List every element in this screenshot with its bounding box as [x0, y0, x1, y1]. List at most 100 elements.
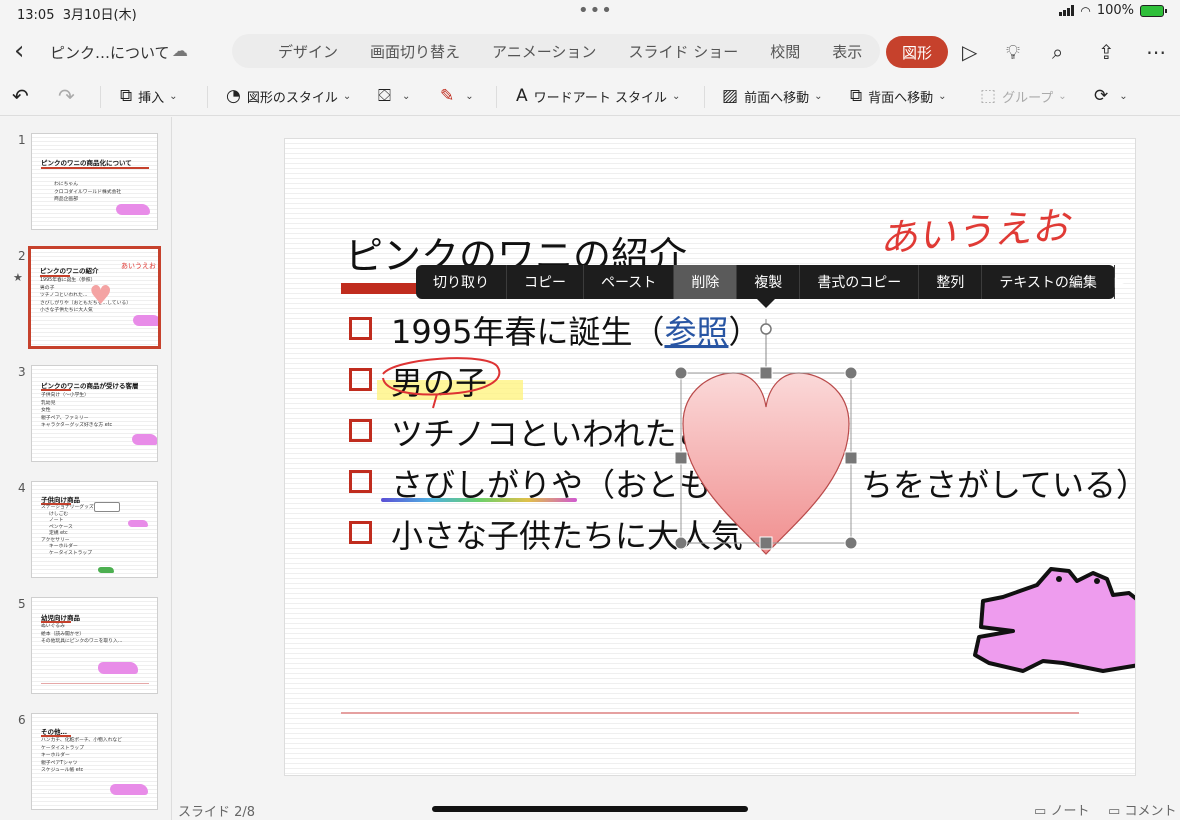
menu-copy[interactable]: コピー	[507, 265, 584, 299]
bullet-square-icon	[349, 521, 372, 544]
lightbulb-icon[interactable]: 💡︎	[1006, 40, 1020, 64]
thumbnail-line: 商品企画部	[54, 197, 78, 202]
redo-icon[interactable]: ↷	[58, 84, 75, 108]
notes-icon: ▭	[1034, 804, 1047, 819]
rotate-button[interactable]: ⟳ ⌄	[1094, 84, 1128, 108]
play-icon[interactable]: ▷	[962, 40, 977, 64]
group-icon: ⬚	[980, 86, 997, 106]
menu-duplicate[interactable]: 複製	[737, 265, 801, 299]
resize-handle[interactable]	[759, 536, 773, 550]
thumbnail-line: 女性	[41, 408, 51, 413]
bring-forward-button[interactable]: ▨ 前面へ移動 ⌄	[722, 84, 822, 108]
crocodile-illustration	[128, 520, 148, 527]
slide-thumbnail-panel: 1 ピンクのワニの商品化について わにちゃん クロコダイルワールド株式会社 商品…	[0, 117, 172, 820]
menu-delete[interactable]: 削除	[674, 265, 738, 299]
back-chevron-icon[interactable]: ‹	[14, 38, 24, 64]
thumbnail-line: クロコダイルワールド株式会社	[54, 189, 122, 195]
resize-handle[interactable]	[759, 366, 773, 380]
tab-transitions[interactable]: 画面切り替え	[354, 41, 476, 62]
menu-paste[interactable]: ペースト	[584, 265, 675, 299]
resize-handle[interactable]	[844, 451, 858, 465]
resize-handle[interactable]	[674, 366, 688, 380]
tab-design[interactable]: デザイン	[262, 41, 354, 62]
chevron-down-icon: ⌄	[938, 90, 947, 102]
resize-handle[interactable]	[844, 366, 858, 380]
slide-thumbnail-6[interactable]: その他… ハンカチ、化粧ポーチ、小物入れなど ケータイストラップ キーホルダー …	[31, 713, 158, 810]
resize-handle[interactable]	[674, 451, 688, 465]
thumbnail-lines: ハンカチ、化粧ポーチ、小物入れなど ケータイストラップ キーホルダー 親子ペアT…	[41, 737, 122, 775]
document-title[interactable]: ピンク…について	[50, 42, 170, 63]
resize-handle[interactable]	[844, 536, 858, 550]
thumbnail-line: ぬいぐるみ	[41, 624, 65, 629]
send-backward-button[interactable]: ⧉ 背面へ移動 ⌄	[850, 84, 947, 108]
menu-align[interactable]: 整列	[919, 265, 983, 299]
more-icon[interactable]: ⋯	[1146, 40, 1166, 64]
crocodile-illustration	[110, 784, 148, 795]
thumbnail-line: 1995年春に誕生（参照）	[40, 278, 96, 283]
tab-shape[interactable]: 図形	[886, 36, 948, 68]
rotate-handle-icon[interactable]	[760, 323, 772, 335]
fill-color-button[interactable]: ⛋ ⌄	[378, 84, 410, 108]
tab-review[interactable]: 校閲	[754, 41, 816, 62]
group-button[interactable]: ⬚ グループ ⌄	[980, 84, 1067, 108]
tab-slideshow[interactable]: スライド ショー	[612, 41, 754, 62]
tab-animations[interactable]: アニメーション	[476, 41, 612, 62]
slide-thumbnail-5[interactable]: 幼児向け商品 ぬいぐるみ 絵本（読み聞かせ） その他玩具にピンクのワニを取り入…	[31, 597, 158, 694]
heart-shape-selection[interactable]	[673, 319, 859, 559]
insert-button[interactable]: ⧉ 挿入 ⌄	[120, 84, 178, 108]
multitask-dots-icon[interactable]: •••	[578, 0, 613, 21]
slide-thumbnail-1[interactable]: ピンクのワニの商品化について わにちゃん クロコダイルワールド株式会社 商品企画…	[31, 133, 158, 230]
battery-icon	[1140, 4, 1167, 17]
menu-more-arrow-icon[interactable]: ▶	[1115, 275, 1125, 290]
wordart-style-button[interactable]: A ワードアート スタイル ⌄	[516, 84, 680, 108]
rotate-shape-icon: ⟳	[1094, 86, 1109, 106]
thumbnail-line: 親子ペア、ファミリー	[41, 415, 89, 421]
thumbnail-line: キャラクターグッズ好きな方 etc	[41, 423, 113, 428]
paint-bucket-icon: ⛋	[378, 86, 391, 106]
chevron-down-icon: ⌄	[401, 90, 411, 102]
comments-button[interactable]: ▭ コメント	[1108, 800, 1176, 819]
thumbnail-lines: ぬいぐるみ 絵本（読み聞かせ） その他玩具にピンクのワニを取り入…	[41, 623, 123, 646]
footer-line	[341, 712, 1079, 714]
thumbnail-line: さびしがりや（おともだちを…している）	[40, 300, 131, 306]
shape-style-button[interactable]: ◔ 図形のスタイル ⌄	[226, 84, 351, 108]
status-time: 13:05 3月10日(木)	[17, 8, 137, 23]
menu-edit-text[interactable]: テキストの編集	[982, 265, 1115, 299]
thumbnail-lines: 子供向け（～小学生） 乳幼児 女性 親子ペア、ファミリー キャラクターグッズ好き…	[41, 392, 112, 430]
resize-handle[interactable]	[674, 536, 688, 550]
menu-cut[interactable]: 切り取り	[416, 265, 507, 299]
search-icon[interactable]: ⌕	[1052, 40, 1063, 64]
thumbnail-line: ハンカチ、化粧ポーチ、小物入れなど	[41, 738, 122, 743]
heart-icon: ♥	[89, 281, 113, 311]
share-icon[interactable]: ⇪	[1098, 40, 1115, 64]
crocodile-illustration	[133, 315, 158, 326]
bottom-status-bar: スライド 2/8 ▭ ノート ▭ コメント	[172, 796, 1180, 820]
handwriting-ink[interactable]: あいうえお	[877, 194, 1071, 262]
menu-format-painter[interactable]: 書式のコピー	[800, 265, 920, 299]
pink-crocodile-illustration[interactable]	[973, 565, 1136, 683]
slide-canvas[interactable]: ピンクのワニの紹介 あいうえお 1995年春に誕生（参照） 男の子 ツチノコとい…	[284, 138, 1136, 776]
cloud-sync-icon[interactable]: ☁	[172, 41, 188, 60]
chevron-down-icon: ⌄	[342, 90, 352, 102]
tab-view[interactable]: 表示	[816, 41, 878, 62]
thumbnail-callout	[94, 502, 120, 512]
thumbnail-title: ピンクのワニの紹介	[40, 267, 99, 275]
context-menu-pointer	[756, 298, 776, 308]
line-color-button[interactable]: ✎ ⌄	[440, 84, 474, 108]
slide-thumbnail-4[interactable]: 子供向け商品 ステーショナリーグッズ けしごむ ノート ペンケース 定規 etc…	[31, 481, 158, 578]
crocodile-illustration	[98, 662, 138, 674]
heart-shape[interactable]	[682, 372, 850, 555]
thumbnail-line: 男の子	[40, 285, 55, 291]
wordart-icon: A	[516, 86, 528, 106]
bullet-square-icon	[349, 317, 372, 340]
undo-icon[interactable]: ↶	[12, 84, 29, 108]
home-indicator[interactable]	[432, 806, 748, 812]
thumbnail-line: スケジュール帳 etc	[41, 768, 84, 773]
notes-button[interactable]: ▭ ノート	[1034, 800, 1089, 819]
thumbnail-bottom-line	[41, 683, 149, 684]
chevron-down-icon: ⌄	[672, 90, 681, 102]
slide-thumbnail-2[interactable]: ピンクのワニの紹介 あいうえお 1995年春に誕生（参照） 男の子 ツチノコとい…	[28, 246, 161, 349]
slide-thumbnail-3[interactable]: ピンクのワニの商品が受ける客層 子供向け（～小学生） 乳幼児 女性 親子ペア、フ…	[31, 365, 158, 462]
thumbnail-line: その他玩具にピンクのワニを取り入…	[41, 639, 123, 644]
crocodile-illustration	[116, 204, 150, 215]
